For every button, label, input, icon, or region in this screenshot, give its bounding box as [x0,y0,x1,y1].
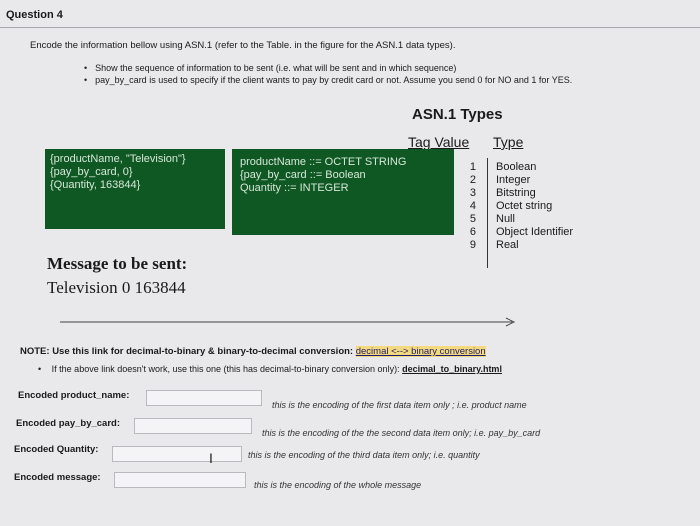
type-header: Type [493,134,524,150]
product-name-input[interactable] [146,390,262,406]
type-cell: Real [496,239,519,251]
type-line: {pay_by_card ::= Boolean [240,169,366,181]
value-line: {Quantity, 163844} [50,179,141,191]
note-line: NOTE: Use this link for decimal-to-binar… [20,346,486,357]
tag-cell: 4 [469,200,476,212]
value-line: {productName, "Television"} [50,153,186,165]
message-field-label: Encoded message: [14,472,101,483]
question-title: Question 4 [6,9,63,21]
asn-table-heading: ASN.1 Types [412,106,503,123]
tag-column: 1 2 3 4 5 6 9 [458,161,476,252]
tag-cell: 2 [469,174,476,186]
tag-cell: 6 [469,226,476,238]
product-name-hint: this is the encoding of the first data i… [272,400,527,410]
message-input[interactable] [114,472,246,488]
alt-note-line: If the above link doesn't work, use this… [38,364,502,374]
type-column: Boolean Integer Bitstring Octet string N… [496,161,573,252]
values-box: {productName, "Television"} {pay_by_card… [45,149,225,229]
message-value: Television 0 163844 [47,278,186,297]
type-cell: Null [496,213,515,225]
arrow-divider [60,317,516,327]
quantity-input[interactable] [112,446,242,462]
tag-cell: 5 [469,213,476,225]
type-cell: Bitstring [496,187,536,199]
message-label: Message to be sent: [47,254,188,273]
decimal-to-binary-link[interactable]: decimal_to_binary.html [402,364,502,374]
intro-text: Encode the information bellow using ASN.… [30,40,456,51]
note-text: NOTE: Use this link for decimal-to-binar… [20,346,354,357]
type-cell: Object Identifier [496,226,574,238]
type-line: Quantity ::= INTEGER [240,182,349,194]
instruction-list: Show the sequence of information to be s… [84,62,572,86]
tag-cell: 9 [469,239,476,251]
type-cell: Integer [496,174,531,186]
pay-by-card-hint: this is the encoding of the the second d… [262,428,541,438]
alt-note-text: If the above link doesn't work, use this… [51,364,400,374]
title-divider [0,27,700,28]
tag-cell: 1 [469,161,476,173]
conversion-link[interactable]: decimal <--> binary conversion [355,346,486,357]
type-cell: Octet string [496,200,553,212]
instruction-item: pay_by_card is used to specify if the cl… [84,74,572,86]
type-line: productName ::= OCTET STRING [240,156,407,168]
pay-by-card-input[interactable] [134,418,252,434]
tag-cell: 3 [469,187,476,199]
message-field-hint: this is the encoding of the whole messag… [254,480,422,490]
value-line: {pay_by_card, 0} [50,166,133,178]
instruction-item: Show the sequence of information to be s… [84,62,572,74]
types-box: productName ::= OCTET STRING {pay_by_car… [232,149,454,235]
text-cursor-icon: I [209,450,213,466]
product-name-label: Encoded product_name: [18,390,130,401]
table-divider [487,158,488,268]
pay-by-card-label: Encoded pay_by_card: [16,418,121,429]
quantity-label: Encoded Quantity: [14,444,99,455]
quantity-hint: this is the encoding of the third data i… [248,450,480,460]
type-cell: Boolean [496,161,537,173]
tag-value-header: Tag Value [408,134,470,150]
